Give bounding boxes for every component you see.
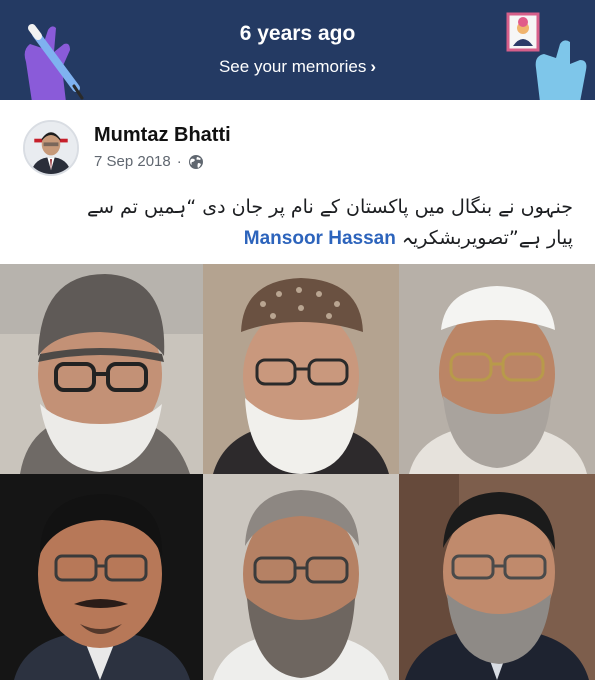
post-text: جنہوں نے بنگال میں پاکستان کے نام پر جان… (22, 192, 573, 254)
post-author[interactable]: Mumtaz Bhatti (94, 124, 231, 147)
post-date[interactable]: 7 Sep 2018 (94, 153, 171, 170)
photo-portrait-6[interactable] (399, 474, 595, 680)
hand-holding-photo-icon (506, 12, 587, 100)
meta-separator: · (176, 153, 182, 170)
photo-portrait-3[interactable] (399, 264, 595, 474)
avatar[interactable] (23, 120, 79, 176)
chevron-right-icon: › (370, 57, 377, 76)
mention-link[interactable]: Mansoor Hassan (244, 228, 396, 249)
post-text-line-1: جنہوں نے بنگال میں پاکستان کے نام پر جان… (86, 196, 573, 218)
post-meta: 7 Sep 2018 · (94, 153, 204, 170)
photo-portrait-1[interactable] (0, 264, 203, 474)
globe-icon[interactable] (188, 154, 204, 170)
photo-portrait-4[interactable] (0, 474, 203, 680)
photo-portrait-5[interactable] (203, 474, 399, 680)
photo-portrait-2[interactable] (203, 264, 399, 474)
post-header (0, 100, 595, 180)
photo-grid[interactable] (0, 264, 595, 680)
post-text-line-2: پیار ہے”تصویربشکریہ Mansoor Hassan (22, 223, 573, 254)
avatar-image (25, 122, 77, 174)
memories-banner[interactable]: 6 years ago See your memories › (0, 0, 595, 100)
see-memories-label: See your memories (218, 57, 367, 76)
post-text-line-2-text: پیار ہے”تصویربشکریہ (395, 227, 573, 249)
